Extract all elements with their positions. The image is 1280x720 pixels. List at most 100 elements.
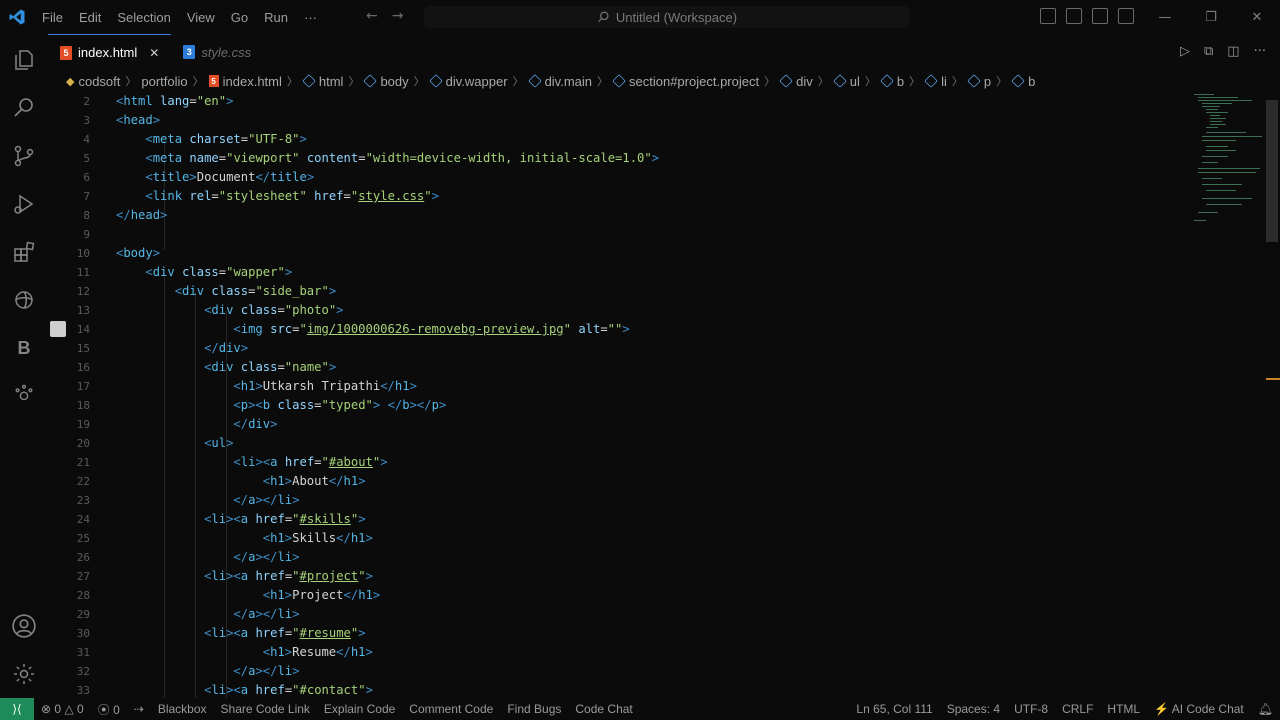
minimap[interactable] (1188, 92, 1266, 232)
accounts-icon[interactable] (0, 602, 48, 650)
code-line: 22 <h1>About</h1> (76, 474, 366, 488)
breadcrumb-item-div-main[interactable]: div.main (527, 74, 592, 89)
open-changes-icon[interactable]: ⧉ (1204, 44, 1213, 59)
code-line: 24 <li><a href="#skills"> (76, 512, 366, 526)
breadcrumb-item-portfolio[interactable]: portfolio (141, 74, 187, 89)
status-code-chat[interactable]: Code Chat (568, 702, 639, 716)
toggle-secondary-sidebar-icon[interactable] (1092, 8, 1108, 24)
menu-edit[interactable]: Edit (71, 10, 109, 25)
encoding[interactable]: UTF-8 (1007, 702, 1055, 716)
manage-gear-icon[interactable] (0, 650, 48, 698)
end-of-line[interactable]: CRLF (1055, 702, 1100, 716)
menu-bar: File Edit Selection View Go Run ··· (34, 0, 325, 34)
symbol-icon (612, 74, 626, 88)
extensions-icon[interactable] (0, 228, 48, 276)
status-find-bugs[interactable]: Find Bugs (500, 702, 568, 716)
breadcrumb-item-body[interactable]: body (363, 74, 409, 89)
cursor-position[interactable]: Ln 65, Col 111 (849, 702, 939, 716)
language-mode[interactable]: HTML (1100, 702, 1147, 716)
breadcrumb-item-ul[interactable]: ul (832, 74, 860, 89)
source-control-icon[interactable] (0, 132, 48, 180)
tab-index-html[interactable]: 5 index.html ✕ (48, 34, 172, 70)
symbol-icon (779, 74, 793, 88)
status-comment-code[interactable]: Comment Code (402, 702, 500, 716)
breadcrumb-item-p[interactable]: p (967, 74, 991, 89)
status-explain-code[interactable]: Explain Code (317, 702, 402, 716)
menu-view[interactable]: View (179, 10, 223, 25)
vertical-scrollbar[interactable] (1266, 100, 1278, 242)
breadcrumb-item-div[interactable]: div (779, 74, 813, 89)
chatgpt-icon[interactable] (0, 276, 48, 324)
forward-arrow-icon[interactable]: → (392, 8, 404, 24)
workspace-title: Untitled (Workspace) (615, 9, 738, 25)
breadcrumb-item-b[interactable]: b (880, 74, 904, 89)
menu-run[interactable]: Run (256, 10, 296, 25)
code-line: 23 </a></li> (76, 493, 300, 507)
close-tab-icon[interactable]: ✕ (149, 46, 159, 60)
editor-actions: ▷ ⧉ ◫ ··· (1180, 44, 1266, 59)
scrollbar-marker (1266, 378, 1280, 380)
breadcrumb-item-codsoft[interactable]: ◆ codsoft (66, 74, 120, 89)
breadcrumb-item-b-last[interactable]: b (1011, 74, 1035, 89)
menu-go[interactable]: Go (223, 10, 256, 25)
breadcrumb-item-section[interactable]: section#project.project (612, 74, 759, 89)
code-line: 13 <div class="photo"> (76, 303, 344, 317)
problems-indicator[interactable]: ⊗ 0 △ 0 (34, 702, 91, 716)
close-window-icon[interactable]: ✕ (1234, 0, 1280, 34)
status-share-code-link[interactable]: Share Code Link (214, 702, 317, 716)
command-center[interactable]: Untitled (Workspace) (424, 6, 910, 28)
code-line: 15 </div> (76, 341, 249, 355)
menu-selection[interactable]: Selection (109, 10, 178, 25)
more-actions-icon[interactable]: ··· (1254, 44, 1266, 59)
code-line: 25 <h1>Skills</h1> (76, 531, 373, 545)
remote-indicator-icon[interactable]: ⟩⟨ (0, 698, 34, 720)
blackbox-icon[interactable]: B (0, 324, 48, 372)
breadcrumb-item-div-wapper[interactable]: div.wapper (428, 74, 508, 89)
minimize-icon[interactable]: — (1142, 0, 1188, 34)
symbol-icon (967, 74, 981, 88)
notifications-bell-icon[interactable]: 🔔︎ (1251, 702, 1280, 716)
window-controls: — ❐ ✕ (1142, 0, 1280, 34)
breadcrumb-item-file[interactable]: 5 index.html (208, 74, 282, 89)
status-bar-right: Ln 65, Col 111 Spaces: 4 UTF-8 CRLF HTML… (849, 698, 1280, 720)
run-icon[interactable]: ▷ (1180, 44, 1190, 59)
code-line: 16 <div class="name"> (76, 360, 337, 374)
explorer-icon[interactable] (0, 36, 48, 84)
symbol-icon (428, 74, 443, 88)
split-editor-icon[interactable]: ◫ (1227, 44, 1239, 59)
toggle-primary-sidebar-icon[interactable] (1040, 8, 1056, 24)
menu-more[interactable]: ··· (296, 10, 325, 25)
status-blackbox[interactable]: Blackbox (151, 702, 214, 716)
code-line: 3 <head> (83, 113, 161, 127)
code-line: 18 <p><b class="typed"> </b></p> (76, 398, 447, 412)
code-line: 32 </a></li> (76, 664, 300, 678)
code-line: 21 <li><a href="#about"> (76, 455, 388, 469)
tab-style-css[interactable]: 3 style.css (171, 34, 263, 70)
html5-file-icon: 5 (60, 45, 72, 60)
customize-layout-icon[interactable] (1118, 8, 1134, 24)
ai-code-chat[interactable]: ⚡ AI Code Chat (1147, 702, 1251, 716)
breadcrumb-item-html[interactable]: html (302, 74, 343, 89)
remote-explorer-icon[interactable] (0, 370, 48, 418)
code-line: 26 </a></li> (76, 550, 300, 564)
code-line: 7 <link rel="stylesheet" href="style.css… (83, 189, 439, 203)
live-share-icon[interactable]: ⇢ (127, 702, 151, 716)
code-editor[interactable]: 2 <html lang="en"> 3 <head> 4 <meta charse… (48, 92, 1188, 698)
restore-icon[interactable]: ❐ (1188, 0, 1234, 34)
indentation[interactable]: Spaces: 4 (940, 702, 1007, 716)
back-arrow-icon[interactable]: ← (366, 8, 378, 24)
symbol-icon (924, 74, 938, 88)
code-line: 8 </head> (83, 208, 168, 222)
ports-indicator[interactable]: ⦿ 0 (91, 701, 127, 718)
code-line: 33 <li><a href="#contact"> (76, 683, 373, 697)
code-line: 14 <img src="img/1000000626-removebg-pre… (76, 322, 630, 336)
breadcrumb-item-li[interactable]: li (924, 74, 947, 89)
menu-file[interactable]: File (34, 10, 71, 25)
tab-label: style.css (201, 44, 252, 60)
editor-tabs: 5 index.html ✕ 3 style.css ▷ ⧉ ◫ ··· (48, 34, 1280, 70)
code-line: 27 <li><a href="#project"> (76, 569, 373, 583)
run-debug-icon[interactable] (0, 180, 48, 228)
search-sidebar-icon[interactable] (0, 84, 48, 132)
code-line: 9 (83, 228, 90, 241)
toggle-panel-icon[interactable] (1066, 8, 1082, 24)
